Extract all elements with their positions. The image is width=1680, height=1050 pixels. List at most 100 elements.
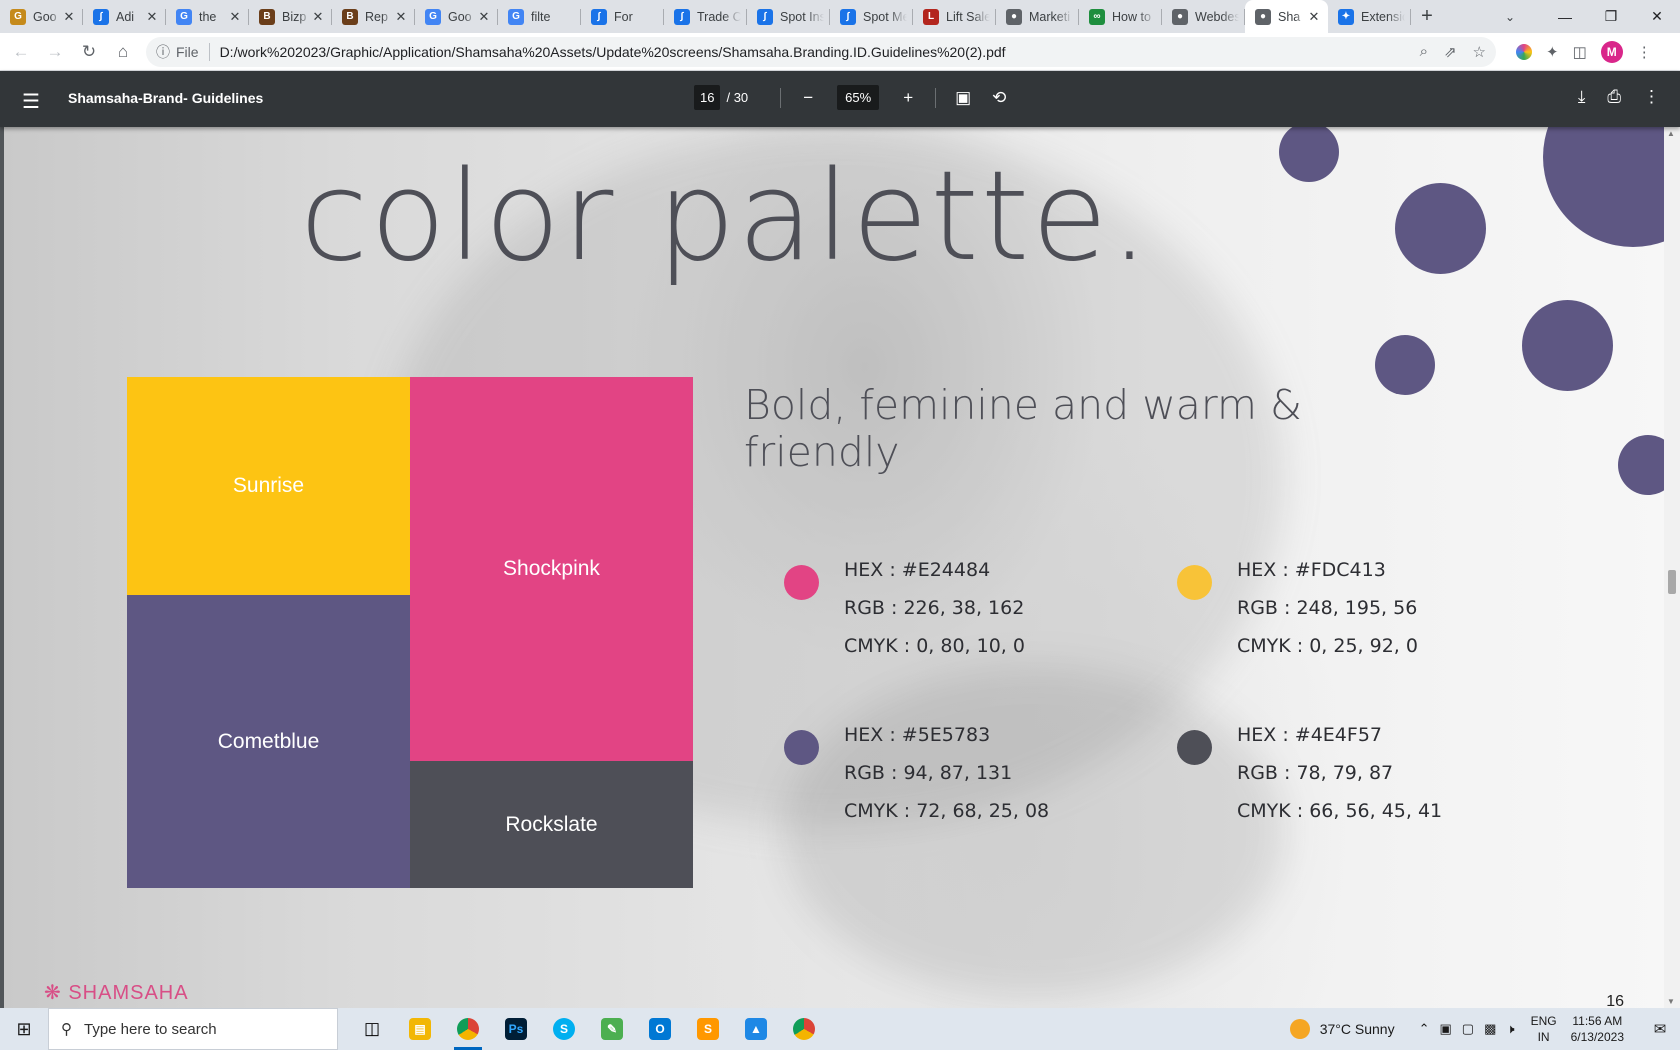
clock[interactable]: 11:56 AM 6/13/2023: [1571, 1013, 1624, 1045]
zoom-out-icon[interactable]: −: [795, 88, 821, 108]
tab-label: Sha: [1278, 9, 1301, 24]
page-number-input[interactable]: 16: [694, 85, 721, 110]
tab-close-icon[interactable]: ✕: [61, 9, 77, 25]
extensions-puzzle-icon[interactable]: ✦: [1546, 43, 1559, 61]
reload-icon[interactable]: ↻: [72, 35, 106, 69]
notepad-icon[interactable]: ✎: [588, 1008, 636, 1050]
tab-label: How to: [1112, 9, 1151, 24]
zoom-icon[interactable]: ⌕: [1420, 43, 1428, 61]
volume-muted-icon[interactable]: 🕨: [1506, 1021, 1514, 1037]
tab-label: Spot Me: [863, 9, 907, 24]
windows-start-icon[interactable]: ⊞: [0, 1008, 48, 1050]
rgb-value: RGB : 78, 79, 87: [1237, 762, 1394, 784]
browser-tab[interactable]: ✦ Extensic: [1328, 0, 1411, 33]
weather-text: 37°C Sunny: [1319, 1021, 1395, 1037]
weather-widget[interactable]: 37°C Sunny: [1289, 1019, 1395, 1039]
browser-tab[interactable]: ∫ Spot Me: [830, 0, 913, 33]
home-icon[interactable]: ⌂: [106, 35, 140, 69]
zoom-in-icon[interactable]: +: [895, 88, 921, 108]
profile-avatar[interactable]: M: [1600, 40, 1623, 63]
pdf-viewport[interactable]: color palette. Sunrise Shockpink Cometbl…: [0, 127, 1664, 1008]
browser-tab[interactable]: Gthe ✕: [166, 0, 249, 33]
zoom-level-input[interactable]: 65%: [837, 85, 880, 110]
tab-label: Rep: [365, 9, 388, 24]
browser-tab[interactable]: ∫ Adi ✕: [83, 0, 166, 33]
browser-tab[interactable]: ● Marketi: [996, 0, 1079, 33]
cmyk-value: CMYK : 0, 80, 10, 0: [844, 635, 1025, 657]
hamburger-menu-icon[interactable]: ☰: [22, 89, 40, 114]
scroll-down-icon[interactable]: ▼: [1667, 997, 1675, 1006]
photos-icon[interactable]: ▲: [732, 1008, 780, 1050]
google-icon: G: [10, 8, 26, 25]
scroll-up-icon[interactable]: ▲: [1667, 129, 1675, 138]
forward-icon[interactable]: →: [38, 35, 72, 69]
side-panel-icon[interactable]: ◫: [1573, 43, 1587, 61]
browser-tab[interactable]: ∫ Spot Ins: [747, 0, 830, 33]
tab-close-icon[interactable]: ✕: [310, 9, 326, 25]
browser-tab[interactable]: L Lift Sale: [913, 0, 996, 33]
browser-tab[interactable]: ● Webdes: [1162, 0, 1245, 33]
tagline: Bold, feminine and warm & friendly: [744, 382, 1302, 476]
tab-close-icon[interactable]: ✕: [476, 9, 492, 25]
tray-display-icon[interactable]: ▢: [1462, 1021, 1474, 1037]
taskbar-search[interactable]: ⚲ Type here to search: [48, 1008, 338, 1050]
browser-tab[interactable]: ● Sha ✕: [1245, 0, 1328, 33]
hex-value: HEX : #5E5783: [844, 724, 991, 746]
back-icon[interactable]: ←: [4, 35, 38, 69]
minimize-icon[interactable]: —: [1542, 0, 1588, 33]
close-window-icon[interactable]: ✕: [1634, 0, 1680, 33]
tab-search-icon[interactable]: ⌄: [1490, 0, 1530, 33]
color-spec-pink: HEX : #E24484 RGB : 226, 38, 162 CMYK : …: [844, 551, 1025, 665]
print-icon[interactable]: ⎙: [1607, 87, 1621, 107]
chart-app-icon: ∫: [93, 8, 109, 25]
browser-tab[interactable]: Gfilte: [498, 0, 581, 33]
new-tab-button[interactable]: +: [1411, 0, 1443, 33]
sublime-icon[interactable]: S: [684, 1008, 732, 1050]
download-icon[interactable]: ⤓: [1578, 87, 1586, 107]
chrome-secondary-icon[interactable]: [780, 1008, 828, 1050]
address-bar[interactable]: ⓘ File D:/work%202023/Graphic/Applicatio…: [146, 36, 1496, 67]
restore-icon[interactable]: ❐: [1588, 0, 1634, 33]
tab-close-icon[interactable]: ✕: [1306, 9, 1322, 25]
chevron-up-icon[interactable]: ⌃: [1419, 1021, 1430, 1037]
browser-menu-icon[interactable]: ⋮: [1637, 43, 1652, 61]
browser-tab[interactable]: B Bizp ✕: [249, 0, 332, 33]
skype-icon[interactable]: S: [540, 1008, 588, 1050]
outlook-icon[interactable]: O: [636, 1008, 684, 1050]
tab-close-icon[interactable]: ✕: [144, 9, 160, 25]
tab-label: Spot Ins: [780, 9, 824, 24]
rgb-value: RGB : 94, 87, 131: [844, 762, 1013, 784]
chart-app-icon: ∫: [674, 8, 690, 25]
browser-tab[interactable]: ∞ How to: [1079, 0, 1162, 33]
share-icon[interactable]: ⇗: [1444, 43, 1457, 61]
bookmark-star-icon[interactable]: ☆: [1473, 43, 1486, 61]
browser-tab[interactable]: ∫ Trade Cr: [664, 0, 747, 33]
color-extension-icon[interactable]: [1516, 43, 1532, 60]
tray-app-icon[interactable]: ▣: [1440, 1021, 1452, 1037]
google-docs-icon: G: [425, 8, 441, 25]
language-indicator[interactable]: ENG IN: [1531, 1013, 1557, 1045]
photoshop-icon[interactable]: Ps: [492, 1008, 540, 1050]
chrome-icon[interactable]: [444, 1008, 492, 1050]
browser-tab[interactable]: ∫ For: [581, 0, 664, 33]
brand-wordmark: SHAMSAHA: [68, 982, 189, 1004]
vertical-scrollbar[interactable]: ▲ ▼: [1664, 127, 1680, 1008]
tab-close-icon[interactable]: ✕: [393, 9, 409, 25]
tab-label: Bizp: [282, 9, 307, 24]
scrollbar-thumb[interactable]: [1668, 570, 1676, 594]
browser-tab[interactable]: G Goo ✕: [415, 0, 498, 33]
rotate-icon[interactable]: ⟲: [986, 88, 1012, 108]
url-text[interactable]: D:/work%202023/Graphic/Application/Shams…: [220, 44, 1420, 60]
notification-icon[interactable]: ✉: [1640, 1020, 1680, 1038]
file-explorer-icon[interactable]: ▤: [396, 1008, 444, 1050]
color-dot-pink: [784, 565, 819, 600]
info-icon[interactable]: ⓘ: [156, 42, 170, 62]
more-options-icon[interactable]: ⋮: [1643, 87, 1660, 107]
sun-logo-icon: ❋: [44, 982, 69, 1004]
tab-close-icon[interactable]: ✕: [227, 9, 243, 25]
network-icon[interactable]: ▩: [1484, 1021, 1496, 1037]
browser-tab[interactable]: B Rep ✕: [332, 0, 415, 33]
fit-page-icon[interactable]: ▣: [950, 88, 976, 108]
browser-tab[interactable]: G Goo ✕: [0, 0, 83, 33]
task-view-icon[interactable]: ◫: [348, 1008, 396, 1050]
